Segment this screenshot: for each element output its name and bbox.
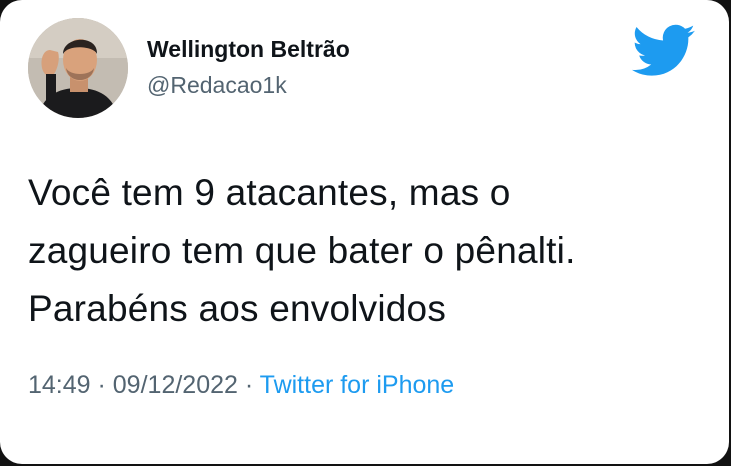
tweet-date[interactable]: 09/12/2022 — [113, 371, 238, 399]
avatar-photo — [28, 18, 128, 118]
meta-separator: · — [237, 371, 260, 399]
avatar[interactable] — [28, 18, 128, 118]
tweet-card: Wellington Beltrão @Redacao1k Você tem 9… — [0, 0, 729, 464]
tweet-metadata: 14:49 · 09/12/2022 · Twitter for iPhone — [28, 371, 454, 400]
twitter-bird-glyph — [632, 24, 695, 76]
display-name[interactable]: Wellington Beltrão — [147, 36, 350, 63]
twitter-bird-icon — [632, 24, 696, 78]
tweet-text-line: Parabéns aos envolvidos — [28, 288, 447, 329]
user-handle[interactable]: @Redacao1k — [147, 72, 287, 99]
meta-separator: · — [90, 371, 113, 399]
tweet-source-link[interactable]: Twitter for iPhone — [260, 371, 455, 399]
tweet-text: Você tem 9 atacantes, mas o zagueiro tem… — [28, 164, 698, 338]
tweet-text-line: Você tem 9 atacantes, mas o — [28, 172, 511, 213]
tweet-time[interactable]: 14:49 — [28, 371, 91, 399]
tweet-text-line: zagueiro tem que bater o pênalti. — [28, 230, 576, 271]
